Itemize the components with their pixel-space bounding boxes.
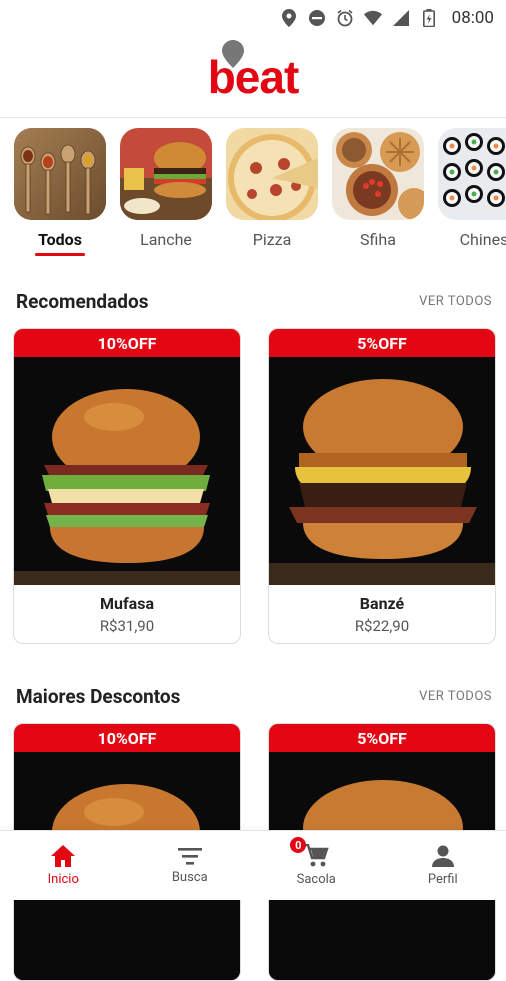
discounts-header: Maiores Descontos VER TODOS [16, 685, 492, 708]
category-image-lanche [120, 128, 212, 220]
category-carousel[interactable]: Todos Lanche [0, 128, 506, 258]
product-price: R$31,90 [100, 617, 154, 635]
category-image-sfiha [332, 128, 424, 220]
discount-badge: 10%OFF [14, 724, 240, 752]
battery-charging-icon [420, 9, 438, 27]
category-chines[interactable]: Chines [438, 128, 506, 258]
active-underline [35, 253, 85, 256]
app-header: beat [0, 36, 506, 118]
status-bar: 08:00 [0, 0, 506, 36]
location-icon [280, 9, 298, 27]
category-image-chines [438, 128, 506, 220]
category-sfiha[interactable]: Sfiha [332, 128, 424, 258]
product-card[interactable]: 10%OFF Mufasa R$31,90 [13, 328, 241, 644]
filter-icon [177, 846, 203, 866]
recommended-header: Recomendados VER TODOS [16, 290, 492, 313]
nav-label: Sacola [297, 872, 336, 887]
brand-logo: beat [208, 50, 299, 104]
product-image [14, 357, 240, 585]
category-label: Todos [38, 230, 82, 249]
alarm-icon [336, 9, 354, 27]
person-icon [431, 844, 455, 868]
discount-badge: 5%OFF [269, 329, 495, 357]
status-time: 08:00 [452, 8, 494, 28]
product-price: R$22,90 [355, 617, 409, 635]
nav-label: Inicio [48, 872, 79, 887]
see-all-link[interactable]: VER TODOS [419, 689, 492, 704]
nav-label: Busca [172, 870, 208, 885]
category-pizza[interactable]: Pizza [226, 128, 318, 258]
nav-busca[interactable]: Busca [127, 831, 254, 900]
category-lanche[interactable]: Lanche [120, 128, 212, 258]
category-todos[interactable]: Todos [14, 128, 106, 258]
nav-perfil[interactable]: Perfil [380, 831, 506, 900]
nav-label: Perfil [428, 872, 458, 887]
home-icon [50, 844, 76, 868]
category-image-todos [14, 128, 106, 220]
section-title: Recomendados [16, 290, 148, 313]
signal-icon [392, 9, 410, 27]
product-image [269, 357, 495, 585]
discount-badge: 5%OFF [269, 724, 495, 752]
product-name: Mufasa [100, 594, 154, 613]
product-name: Banzé [360, 594, 404, 613]
section-title: Maiores Descontos [16, 685, 180, 708]
product-info: Banzé R$22,90 [269, 585, 495, 643]
wifi-icon [364, 9, 382, 27]
bottom-navigation: Inicio Busca 0 Sacola Perfil [0, 830, 506, 900]
product-info: Mufasa R$31,90 [14, 585, 240, 643]
map-pin-icon [222, 40, 244, 68]
category-label: Chines [460, 230, 506, 249]
category-label: Pizza [253, 230, 292, 249]
category-label: Lanche [140, 230, 192, 249]
discount-badge: 10%OFF [14, 329, 240, 357]
cart-icon [303, 844, 329, 868]
recommended-list: 10%OFF Mufasa R$31,90 5%OFF [13, 328, 497, 644]
nav-inicio[interactable]: Inicio [0, 831, 127, 900]
category-label: Sfiha [360, 230, 396, 249]
do-not-disturb-icon [308, 9, 326, 27]
category-image-pizza [226, 128, 318, 220]
product-card[interactable]: 5%OFF Banzé R$22,90 [268, 328, 496, 644]
see-all-link[interactable]: VER TODOS [419, 294, 492, 309]
nav-sacola[interactable]: 0 Sacola [253, 831, 380, 900]
